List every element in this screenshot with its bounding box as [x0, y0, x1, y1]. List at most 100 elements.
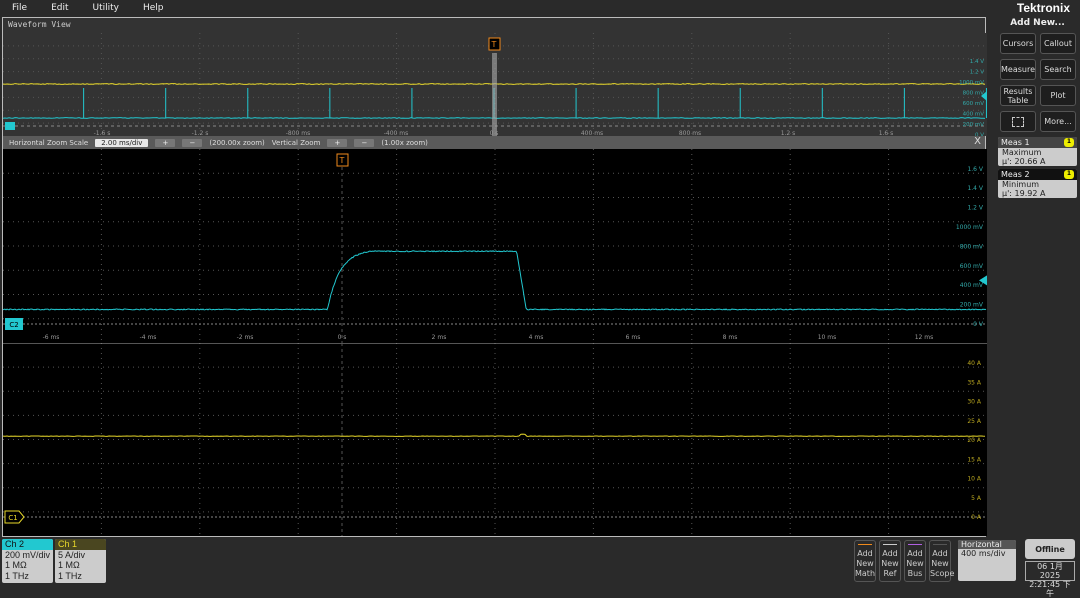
meas-1-value: μ': 20.66 A — [998, 157, 1077, 166]
ch1-scale: 5 A/div — [55, 550, 106, 561]
overview-volt-label: 200 mV — [963, 122, 985, 128]
bottom-bar: Ch 2 200 mV/div 1 MΩ 1 THz Ch 1 5 A/div … — [0, 537, 1080, 584]
trigger-marker-label: T — [339, 156, 345, 165]
time-label: 2 ms — [432, 334, 447, 341]
time: 2:21:45 下午 — [1026, 580, 1074, 598]
menu-utility[interactable]: Utility — [81, 3, 131, 13]
meas-1-type: Maximum — [998, 148, 1077, 157]
amp-label: 0 A — [971, 514, 982, 521]
volt-label: 800 mV — [960, 243, 984, 250]
ch2-bandwidth: 1 THz — [2, 571, 53, 582]
meas-2-value: μ': 19.92 A — [998, 189, 1077, 198]
ch1-title: Ch 1 — [55, 539, 106, 550]
more-button[interactable]: More... — [1040, 111, 1076, 132]
plot-background — [3, 343, 987, 536]
overview-volt-label: 1.4 V — [970, 59, 984, 65]
overview-volt-label: 800 mV — [963, 91, 985, 97]
plot-background — [3, 149, 987, 343]
ch1-zoom-plot[interactable]: C1 40 A 35 A 30 A 25 A 20 A 15 A 10 A 5 A 0 A — [3, 343, 987, 536]
time-label: -6 ms — [43, 334, 60, 341]
ch2-badge[interactable]: Ch 2 200 mV/div 1 MΩ 1 THz — [2, 539, 53, 583]
meas-2-badge[interactable]: Meas 2 1 Minimum μ': 19.92 A — [998, 169, 1077, 198]
offline-button[interactable]: Offline — [1025, 539, 1075, 559]
h-zoom-in-button[interactable]: + — [155, 139, 175, 147]
search-button[interactable]: Search — [1040, 59, 1076, 80]
volt-label: 600 mV — [960, 263, 984, 270]
volt-label: 1.6 V — [967, 166, 983, 173]
volt-label: 200 mV — [960, 302, 984, 309]
time-label: 6 ms — [626, 334, 641, 341]
ch2-zoom-plot[interactable]: T C2 -6 ms -4 ms -2 ms 0 s 2 ms 4 ms 6 ms 8 ms 10 … — [3, 149, 987, 343]
v-zoom-factor: (1.00x zoom) — [381, 139, 427, 147]
horizontal-scale: 400 ms/div — [958, 549, 1016, 558]
menu-edit[interactable]: Edit — [39, 3, 80, 13]
volt-label: 0 V — [973, 321, 984, 328]
amp-label: 40 A — [967, 360, 982, 367]
meas-2-source: 1 — [1064, 170, 1074, 179]
tektronix-logo: Tektronix — [1017, 1, 1070, 15]
ch1-badge[interactable]: Ch 1 5 A/div 1 MΩ 1 THz — [55, 539, 106, 583]
v-zoom-in-button[interactable]: + — [327, 139, 347, 147]
time-label: -4 ms — [140, 334, 157, 341]
amp-label: 15 A — [967, 456, 982, 463]
add-new-math-button[interactable]: Add New Math — [854, 540, 876, 582]
date-time: 06 1月 2025 2:21:45 下午 — [1025, 561, 1075, 581]
date: 06 1月 2025 — [1026, 562, 1074, 580]
ch2-impedance: 1 MΩ — [2, 560, 53, 571]
ch2-title: Ch 2 — [2, 539, 53, 550]
time-label: 12 ms — [915, 334, 934, 341]
results-table-button[interactable]: Results Table — [1000, 85, 1036, 106]
waveform-view-title: Waveform View — [3, 18, 985, 33]
meas-1-name: Meas 1 — [1001, 138, 1030, 147]
ch1-bandwidth: 1 THz — [55, 571, 106, 582]
ch2-overview-marker — [5, 122, 15, 130]
meas-2-name: Meas 2 — [1001, 170, 1030, 179]
add-new-bus-button[interactable]: Add New Bus — [904, 540, 926, 582]
h-zoom-factor: (200.00x zoom) — [209, 139, 264, 147]
time-label: -2 ms — [237, 334, 254, 341]
trigger-marker-label: T — [491, 40, 497, 49]
horizontal-badge[interactable]: Horizontal 400 ms/div — [958, 540, 1016, 581]
overview-plot[interactable]: T-1.6 s -1.2 s -800 ms -400 ms 0 s 400 ms 800 … — [3, 33, 987, 136]
overview-volt-label: 400 mV — [963, 112, 985, 118]
overview-volt-label: 1000 mV — [959, 80, 984, 86]
time-label: 8 ms — [723, 334, 738, 341]
v-zoom-label: Vertical Zoom — [272, 139, 321, 147]
menu-help[interactable]: Help — [131, 3, 176, 13]
amp-label: 5 A — [971, 495, 982, 502]
amp-label: 25 A — [967, 418, 982, 425]
add-new-title: Add New... — [995, 18, 1080, 28]
callout-button[interactable]: Callout — [1040, 33, 1076, 54]
v-zoom-out-button[interactable]: − — [354, 139, 374, 147]
overview-volt-label: 1.2 V — [970, 70, 984, 76]
meas-1-badge[interactable]: Meas 1 1 Maximum μ': 20.66 A — [998, 137, 1077, 166]
h-zoom-label: Horizontal Zoom Scale — [9, 139, 88, 147]
time-label: 10 ms — [818, 334, 837, 341]
amp-label: 10 A — [967, 476, 982, 483]
time-label: 4 ms — [529, 334, 544, 341]
horizontal-title: Horizontal — [958, 540, 1016, 549]
amp-label: 35 A — [967, 379, 982, 386]
volt-label: 1.4 V — [967, 185, 983, 192]
volt-label: 1.2 V — [967, 205, 983, 212]
add-new-scope-button[interactable]: Add New Scope — [929, 540, 951, 582]
ch2-marker-label: C2 — [9, 321, 18, 329]
measure-button[interactable]: Measure — [1000, 59, 1036, 80]
time-label: 0 s — [338, 334, 347, 341]
add-new-ref-button[interactable]: Add New Ref — [879, 540, 901, 582]
cursors-button[interactable]: Cursors — [1000, 33, 1036, 54]
ch1-marker-label: C1 — [8, 514, 17, 522]
ch2-scale: 200 mV/div — [2, 550, 53, 561]
ch1-impedance: 1 MΩ — [55, 560, 106, 571]
plot-button[interactable]: Plot — [1040, 85, 1076, 106]
zoom-bar: Horizontal Zoom Scale 2.00 ms/div + − (2… — [3, 136, 985, 149]
volt-label: 400 mV — [960, 282, 984, 289]
h-zoom-scale-input[interactable]: 2.00 ms/div — [95, 139, 148, 147]
amp-label: 20 A — [967, 437, 982, 444]
zoom-box-icon[interactable] — [1000, 111, 1036, 132]
amp-label: 30 A — [967, 399, 982, 406]
h-zoom-out-button[interactable]: − — [182, 139, 202, 147]
menu-file[interactable]: File — [0, 3, 39, 13]
close-zoom-icon[interactable]: X — [974, 136, 981, 147]
meas-1-source: 1 — [1064, 138, 1074, 147]
